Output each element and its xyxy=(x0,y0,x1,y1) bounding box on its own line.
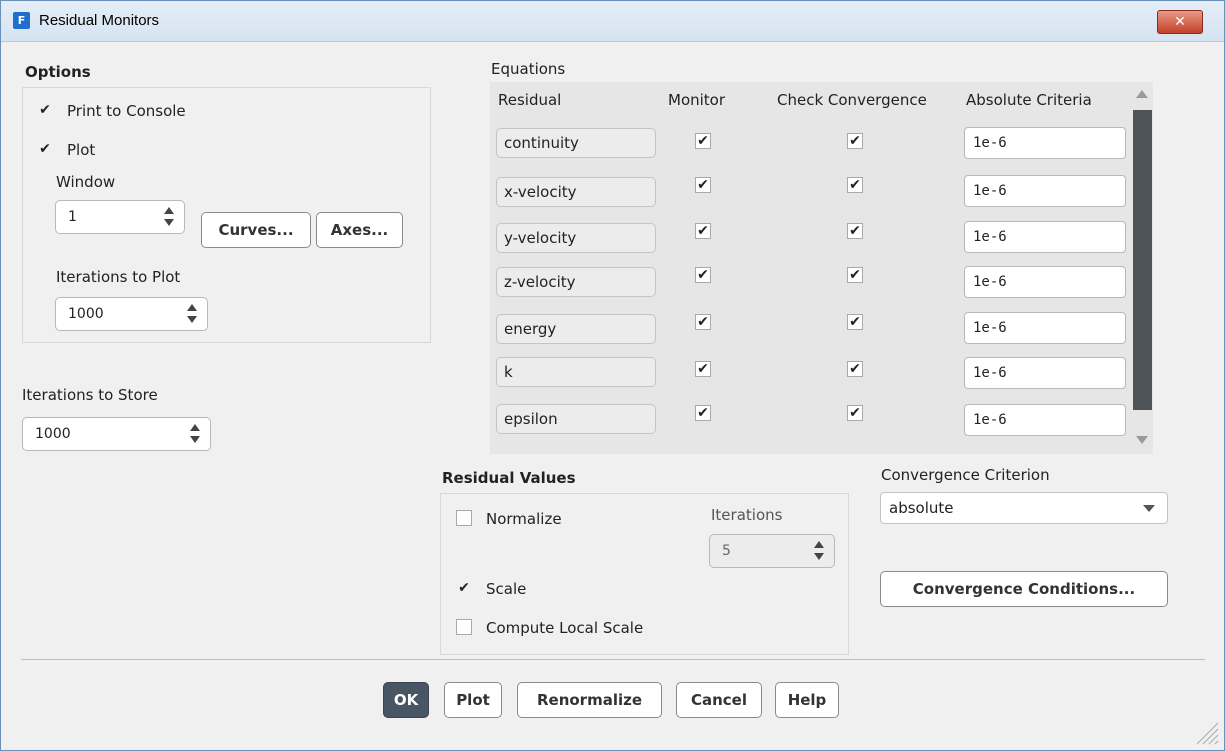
plot-label: Plot xyxy=(67,141,96,159)
column-header-monitor: Monitor xyxy=(668,91,726,109)
check-convergence-checkbox[interactable]: ✔ xyxy=(847,133,863,149)
app-icon: F xyxy=(13,12,30,29)
check-convergence-checkbox[interactable]: ✔ xyxy=(847,405,863,421)
scale-checkbox[interactable]: ✔ xyxy=(456,581,472,597)
title-bar: F Residual Monitors ✕ xyxy=(1,1,1224,42)
column-header-absolute-criteria: Absolute Criteria xyxy=(966,91,1092,109)
compute-local-scale-label: Compute Local Scale xyxy=(486,619,644,637)
convergence-criterion-value: absolute xyxy=(889,499,954,517)
monitor-checkbox[interactable]: ✔ xyxy=(695,314,711,330)
residual-name: y-velocity xyxy=(496,223,656,253)
check-convergence-checkbox[interactable]: ✔ xyxy=(847,314,863,330)
window-spinner[interactable]: 1 xyxy=(55,200,185,234)
check-convergence-checkbox[interactable]: ✔ xyxy=(847,177,863,193)
column-header-residual: Residual xyxy=(498,91,562,109)
residual-name: z-velocity xyxy=(496,267,656,297)
equations-heading: Equations xyxy=(491,60,566,78)
check-convergence-checkbox[interactable]: ✔ xyxy=(847,267,863,283)
check-convergence-checkbox[interactable]: ✔ xyxy=(847,361,863,377)
monitor-checkbox[interactable]: ✔ xyxy=(695,361,711,377)
residual-monitors-dialog: F Residual Monitors ✕ Options ✔ Print to… xyxy=(0,0,1225,751)
iterations-label: Iterations xyxy=(711,506,783,524)
monitor-checkbox[interactable]: ✔ xyxy=(695,405,711,421)
chevron-down-icon xyxy=(1143,505,1155,512)
axes-button[interactable]: Axes... xyxy=(316,212,403,248)
options-heading: Options xyxy=(25,63,91,81)
absolute-criteria-field[interactable]: 1e-6 xyxy=(964,221,1126,253)
curves-button[interactable]: Curves... xyxy=(201,212,311,248)
column-header-check-convergence: Check Convergence xyxy=(777,91,927,109)
spinner-arrows-icon[interactable] xyxy=(814,541,824,561)
monitor-checkbox[interactable]: ✔ xyxy=(695,267,711,283)
absolute-criteria-field[interactable]: 1e-6 xyxy=(964,404,1126,436)
window-title: Residual Monitors xyxy=(39,12,160,29)
spinner-arrows-icon[interactable] xyxy=(164,207,174,227)
spinner-arrows-icon[interactable] xyxy=(187,304,197,324)
convergence-criterion-label: Convergence Criterion xyxy=(881,466,1050,484)
normalize-checkbox[interactable] xyxy=(456,510,472,526)
normalize-label: Normalize xyxy=(486,510,562,528)
print-to-console-checkbox[interactable]: ✔ xyxy=(37,103,53,119)
scroll-down-icon[interactable] xyxy=(1136,436,1148,444)
absolute-criteria-field[interactable]: 1e-6 xyxy=(964,175,1126,207)
scrollbar-thumb[interactable] xyxy=(1133,110,1152,410)
monitor-checkbox[interactable]: ✔ xyxy=(695,223,711,239)
renormalize-button[interactable]: Renormalize xyxy=(517,682,662,718)
plot-button[interactable]: Plot xyxy=(444,682,502,718)
window-label: Window xyxy=(56,173,116,191)
residual-name: x-velocity xyxy=(496,177,656,207)
iterations-to-plot-value: 1000 xyxy=(68,306,104,322)
scale-label: Scale xyxy=(486,580,527,598)
close-button[interactable]: ✕ xyxy=(1157,10,1203,34)
monitor-checkbox[interactable]: ✔ xyxy=(695,133,711,149)
absolute-criteria-field[interactable]: 1e-6 xyxy=(964,266,1126,298)
iterations-spinner[interactable]: 5 xyxy=(709,534,835,568)
resize-grip-icon[interactable] xyxy=(1193,719,1219,745)
compute-local-scale-checkbox[interactable] xyxy=(456,619,472,635)
residual-name: continuity xyxy=(496,128,656,158)
residual-name: epsilon xyxy=(496,404,656,434)
check-convergence-checkbox[interactable]: ✔ xyxy=(847,223,863,239)
residual-values-heading: Residual Values xyxy=(442,469,576,487)
residual-name: k xyxy=(496,357,656,387)
iterations-value: 5 xyxy=(722,543,731,559)
print-to-console-label: Print to Console xyxy=(67,102,186,120)
plot-checkbox[interactable]: ✔ xyxy=(37,142,53,158)
monitor-checkbox[interactable]: ✔ xyxy=(695,177,711,193)
iterations-to-store-label: Iterations to Store xyxy=(22,386,158,404)
iterations-to-plot-spinner[interactable]: 1000 xyxy=(55,297,208,331)
iterations-to-store-value: 1000 xyxy=(35,426,71,442)
convergence-criterion-select[interactable]: absolute xyxy=(880,492,1168,524)
absolute-criteria-field[interactable]: 1e-6 xyxy=(964,357,1126,389)
spinner-arrows-icon[interactable] xyxy=(190,424,200,444)
ok-button[interactable]: OK xyxy=(383,682,429,718)
absolute-criteria-field[interactable]: 1e-6 xyxy=(964,127,1126,159)
help-button[interactable]: Help xyxy=(775,682,839,718)
scroll-up-icon[interactable] xyxy=(1136,90,1148,98)
iterations-to-plot-label: Iterations to Plot xyxy=(56,268,181,286)
iterations-to-store-spinner[interactable]: 1000 xyxy=(22,417,211,451)
cancel-button[interactable]: Cancel xyxy=(676,682,762,718)
absolute-criteria-field[interactable]: 1e-6 xyxy=(964,312,1126,344)
footer-divider xyxy=(21,659,1205,660)
residual-name: energy xyxy=(496,314,656,344)
window-value: 1 xyxy=(68,209,77,225)
convergence-conditions-button[interactable]: Convergence Conditions... xyxy=(880,571,1168,607)
